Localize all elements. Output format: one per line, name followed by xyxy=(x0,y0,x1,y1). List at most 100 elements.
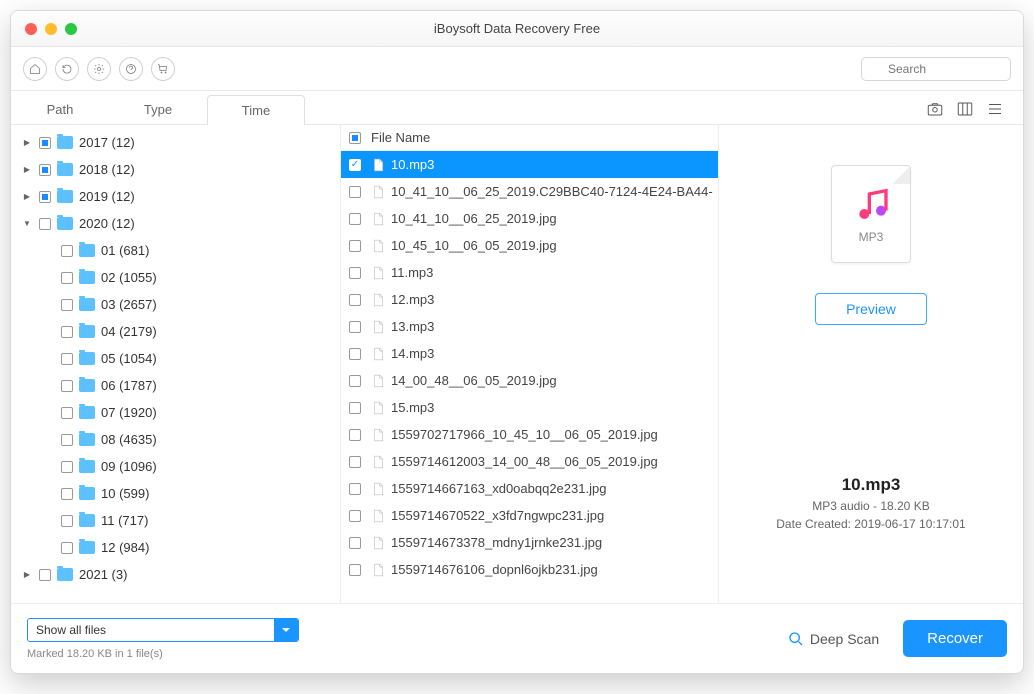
folder-checkbox[interactable] xyxy=(61,245,73,257)
file-name: 10_41_10__06_25_2019.C29BBC40-7124-4E24-… xyxy=(391,184,713,199)
file-checkbox[interactable] xyxy=(349,321,361,333)
tab-path[interactable]: Path xyxy=(11,94,109,124)
tab-time[interactable]: Time xyxy=(207,95,305,125)
close-window-button[interactable] xyxy=(25,23,37,35)
file-row[interactable]: 12.mp3 xyxy=(341,286,718,313)
folder-checkbox[interactable] xyxy=(39,218,51,230)
folder-checkbox[interactable] xyxy=(61,272,73,284)
help-icon[interactable] xyxy=(119,57,143,81)
folder-tree[interactable]: 2017 (12) 2018 (12) 2019 (12)2020 (12)01 (… xyxy=(11,125,341,603)
file-row[interactable]: 1559702717966_10_45_10__06_05_2019.jpg xyxy=(341,421,718,448)
folder-checkbox[interactable] xyxy=(61,407,73,419)
file-checkbox[interactable] xyxy=(349,564,361,576)
file-checkbox[interactable] xyxy=(349,213,361,225)
file-checkbox[interactable] xyxy=(349,510,361,522)
file-list-rows[interactable]: 10.mp3 10_41_10__06_25_2019.C29BBC40-7124… xyxy=(341,151,718,603)
file-list-header[interactable]: File Name xyxy=(341,125,718,151)
filter-select[interactable]: Show all files xyxy=(27,618,299,642)
file-checkbox[interactable] xyxy=(349,483,361,495)
folder-checkbox[interactable] xyxy=(61,542,73,554)
folder-checkbox[interactable] xyxy=(61,380,73,392)
disclosure-triangle-icon[interactable] xyxy=(21,138,33,147)
folder-checkbox[interactable] xyxy=(61,326,73,338)
tree-month-row[interactable]: 02 (1055) xyxy=(11,264,340,291)
maximize-window-button[interactable] xyxy=(65,23,77,35)
file-row[interactable]: 1559714612003_14_00_48__06_05_2019.jpg xyxy=(341,448,718,475)
file-row[interactable]: 10_41_10__06_25_2019.C29BBC40-7124-4E24-… xyxy=(341,178,718,205)
file-checkbox[interactable] xyxy=(349,240,361,252)
disclosure-triangle-icon[interactable] xyxy=(21,192,33,201)
folder-checkbox[interactable] xyxy=(39,191,51,203)
folder-checkbox[interactable] xyxy=(39,164,51,176)
file-checkbox[interactable] xyxy=(349,375,361,387)
tree-month-row[interactable]: 07 (1920) xyxy=(11,399,340,426)
tree-month-row[interactable]: 04 (2179) xyxy=(11,318,340,345)
tree-year-row[interactable]: 2020 (12) xyxy=(11,210,340,237)
app-window: iBoysoft Data Recovery Free Path Type Ti… xyxy=(10,10,1024,674)
columns-view-icon[interactable] xyxy=(955,100,975,118)
file-row[interactable]: 13.mp3 xyxy=(341,313,718,340)
tree-month-row[interactable]: 05 (1054) xyxy=(11,345,340,372)
tree-month-row[interactable]: 08 (4635) xyxy=(11,426,340,453)
disclosure-triangle-icon[interactable] xyxy=(21,570,33,579)
folder-checkbox[interactable] xyxy=(39,569,51,581)
file-checkbox[interactable] xyxy=(349,186,361,198)
tree-year-row[interactable]: 2018 (12) xyxy=(11,156,340,183)
disclosure-triangle-icon[interactable] xyxy=(21,219,33,228)
folder-checkbox[interactable] xyxy=(61,299,73,311)
preview-button[interactable]: Preview xyxy=(815,293,927,325)
file-row[interactable]: 1559714676106_dopnl6ojkb231.jpg xyxy=(341,556,718,583)
file-checkbox[interactable] xyxy=(349,348,361,360)
file-row[interactable]: 14_00_48__06_05_2019.jpg xyxy=(341,367,718,394)
camera-icon[interactable] xyxy=(925,100,945,118)
redo-scan-icon[interactable] xyxy=(55,57,79,81)
file-row[interactable]: 1559714673378_mdny1jrnke231.jpg xyxy=(341,529,718,556)
folder-checkbox[interactable] xyxy=(61,488,73,500)
file-row[interactable]: 10_41_10__06_25_2019.jpg xyxy=(341,205,718,232)
folder-label: 2021 (3) xyxy=(79,567,127,582)
tree-month-row[interactable]: 01 (681) xyxy=(11,237,340,264)
deep-scan-button[interactable]: Deep Scan xyxy=(788,631,903,647)
settings-icon[interactable] xyxy=(87,57,111,81)
tab-type[interactable]: Type xyxy=(109,94,207,124)
file-row[interactable]: 1559714667163_xd0oabqq2e231.jpg xyxy=(341,475,718,502)
tree-month-row[interactable]: 11 (717) xyxy=(11,507,340,534)
file-checkbox[interactable] xyxy=(349,267,361,279)
file-checkbox[interactable] xyxy=(349,537,361,549)
home-icon[interactable] xyxy=(23,57,47,81)
file-row[interactable]: 10.mp3 xyxy=(341,151,718,178)
file-row[interactable]: 11.mp3 xyxy=(341,259,718,286)
tree-year-row[interactable]: 2017 (12) xyxy=(11,129,340,156)
tree-month-row[interactable]: 10 (599) xyxy=(11,480,340,507)
folder-label: 2018 (12) xyxy=(79,162,135,177)
folder-checkbox[interactable] xyxy=(61,461,73,473)
file-row[interactable]: 1559714670522_x3fd7ngwpc231.jpg xyxy=(341,502,718,529)
list-view-icon[interactable] xyxy=(985,100,1005,118)
tree-month-row[interactable]: 03 (2657) xyxy=(11,291,340,318)
minimize-window-button[interactable] xyxy=(45,23,57,35)
file-row[interactable]: 15.mp3 xyxy=(341,394,718,421)
folder-checkbox[interactable] xyxy=(39,137,51,149)
folder-checkbox[interactable] xyxy=(61,515,73,527)
file-checkbox[interactable] xyxy=(349,294,361,306)
deep-scan-label: Deep Scan xyxy=(810,631,879,647)
file-checkbox[interactable] xyxy=(349,429,361,441)
file-checkbox[interactable] xyxy=(349,402,361,414)
file-checkbox[interactable] xyxy=(349,456,361,468)
file-row[interactable]: 14.mp3 xyxy=(341,340,718,367)
search-input[interactable] xyxy=(861,57,1011,81)
tree-month-row[interactable]: 06 (1787) xyxy=(11,372,340,399)
file-row[interactable]: 10_45_10__06_05_2019.jpg xyxy=(341,232,718,259)
recover-button[interactable]: Recover xyxy=(903,620,1007,657)
cart-icon[interactable] xyxy=(151,57,175,81)
tree-year-row[interactable]: 2021 (3) xyxy=(11,561,340,588)
tree-month-row[interactable]: 12 (984) xyxy=(11,534,340,561)
file-checkbox[interactable] xyxy=(349,159,361,171)
disclosure-triangle-icon[interactable] xyxy=(21,165,33,174)
tree-year-row[interactable]: 2019 (12) xyxy=(11,183,340,210)
folder-checkbox[interactable] xyxy=(61,434,73,446)
folder-checkbox[interactable] xyxy=(61,353,73,365)
select-all-checkbox[interactable] xyxy=(349,132,361,144)
folder-icon xyxy=(79,406,95,419)
tree-month-row[interactable]: 09 (1096) xyxy=(11,453,340,480)
